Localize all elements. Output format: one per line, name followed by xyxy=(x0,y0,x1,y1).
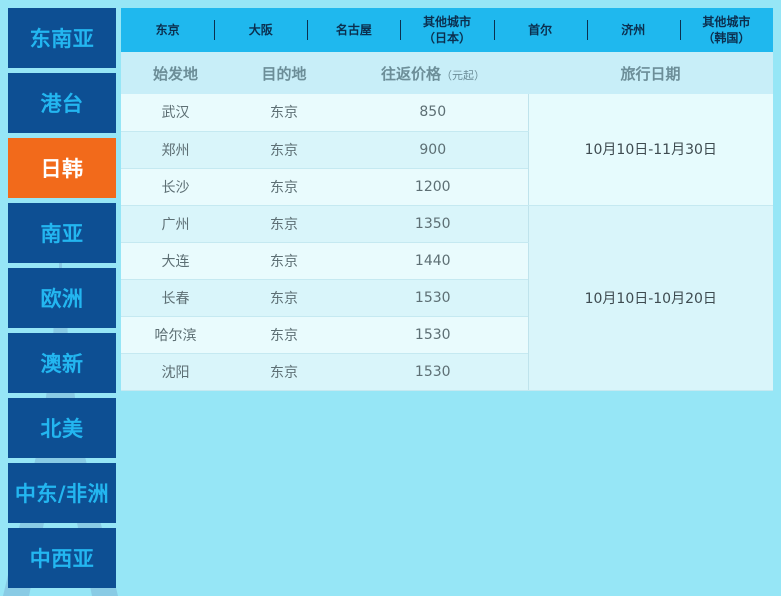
sidebar-item-australia-nz[interactable]: 澳新 xyxy=(8,333,116,393)
cell-origin: 哈尔滨 xyxy=(121,316,230,354)
cell-price: 900 xyxy=(338,131,528,169)
sidebar-item-south-asia[interactable]: 南亚 xyxy=(8,203,116,263)
cell-destination: 东京 xyxy=(230,168,338,206)
tab-nagoya[interactable]: 名古屋 xyxy=(307,8,400,52)
cell-price: 1350 xyxy=(338,205,528,243)
tab-jeju[interactable]: 济州 xyxy=(586,8,680,52)
tab-other-japan[interactable]: 其他城市 （日本） xyxy=(400,8,493,52)
sidebar-item-europe[interactable]: 欧洲 xyxy=(8,268,116,328)
fare-table: 始发地 目的地 往返价格（元起） 旅行日期 武汉 东京 850 10月10日-1… xyxy=(121,52,773,391)
cell-origin: 沈阳 xyxy=(121,353,230,391)
tab-label: 名古屋 xyxy=(335,23,372,37)
sidebar-item-north-america[interactable]: 北美 xyxy=(8,398,116,458)
tab-tokyo[interactable]: 东京 xyxy=(121,8,214,52)
fare-table-container: 始发地 目的地 往返价格（元起） 旅行日期 武汉 东京 850 10月10日-1… xyxy=(121,52,773,391)
tab-label: 其他城市 （韩国） xyxy=(702,15,751,45)
sidebar-item-japan-korea[interactable]: 日韩 xyxy=(8,138,116,198)
header-destination: 目的地 xyxy=(230,52,338,94)
sidebar-item-middle-east-africa[interactable]: 中东/非洲 xyxy=(8,463,116,523)
cell-origin: 广州 xyxy=(121,205,230,243)
cell-destination: 东京 xyxy=(230,279,338,317)
tab-label: 首尔 xyxy=(528,23,553,37)
cell-price: 1440 xyxy=(338,242,528,280)
cell-price: 1530 xyxy=(338,316,528,354)
cell-travel-dates: 10月10日-11月30日 xyxy=(527,94,773,206)
cell-origin: 武汉 xyxy=(121,94,230,132)
cell-origin: 长春 xyxy=(121,279,230,317)
cell-origin: 郑州 xyxy=(121,131,230,169)
header-travel-dates: 旅行日期 xyxy=(528,52,773,94)
cell-origin: 长沙 xyxy=(121,168,230,206)
table-row: 广州 东京 1350 10月10日-10月20日 xyxy=(121,205,773,391)
tab-other-korea[interactable]: 其他城市 （韩国） xyxy=(679,8,773,52)
tab-label: 济州 xyxy=(621,23,646,37)
header-price: 往返价格（元起） xyxy=(338,52,528,94)
cell-destination: 东京 xyxy=(230,205,338,243)
tab-label: 大阪 xyxy=(248,23,273,37)
tab-seoul[interactable]: 首尔 xyxy=(493,8,587,52)
tab-osaka[interactable]: 大阪 xyxy=(214,8,307,52)
cell-price: 850 xyxy=(338,94,528,132)
sidebar-item-southeast-asia[interactable]: 东南亚 xyxy=(8,8,116,68)
table-header-row: 始发地 目的地 往返价格（元起） 旅行日期 xyxy=(121,52,773,94)
region-sidebar: 东南亚 港台 日韩 南亚 欧洲 澳新 北美 中东/非洲 中西亚 xyxy=(8,8,116,593)
cell-destination: 东京 xyxy=(230,316,338,354)
cell-price: 1200 xyxy=(338,168,528,206)
city-tabs: 东京 大阪 名古屋 其他城市 （日本） 首尔 济州 其他城市 （韩国） xyxy=(121,8,773,52)
cell-destination: 东京 xyxy=(230,353,338,391)
tab-label: 其他城市 （日本） xyxy=(422,15,471,45)
cell-destination: 东京 xyxy=(230,131,338,169)
sidebar-item-central-west-asia[interactable]: 中西亚 xyxy=(8,528,116,588)
tab-label: 东京 xyxy=(155,23,180,37)
header-origin: 始发地 xyxy=(121,52,230,94)
cell-travel-dates: 10月10日-10月20日 xyxy=(527,205,773,391)
cell-destination: 东京 xyxy=(230,94,338,132)
cell-price: 1530 xyxy=(338,279,528,317)
cell-origin: 大连 xyxy=(121,242,230,280)
sidebar-item-hongkong-taiwan[interactable]: 港台 xyxy=(8,73,116,133)
table-row: 武汉 东京 850 10月10日-11月30日 xyxy=(121,94,773,206)
cell-price: 1530 xyxy=(338,353,528,391)
cell-destination: 东京 xyxy=(230,242,338,280)
